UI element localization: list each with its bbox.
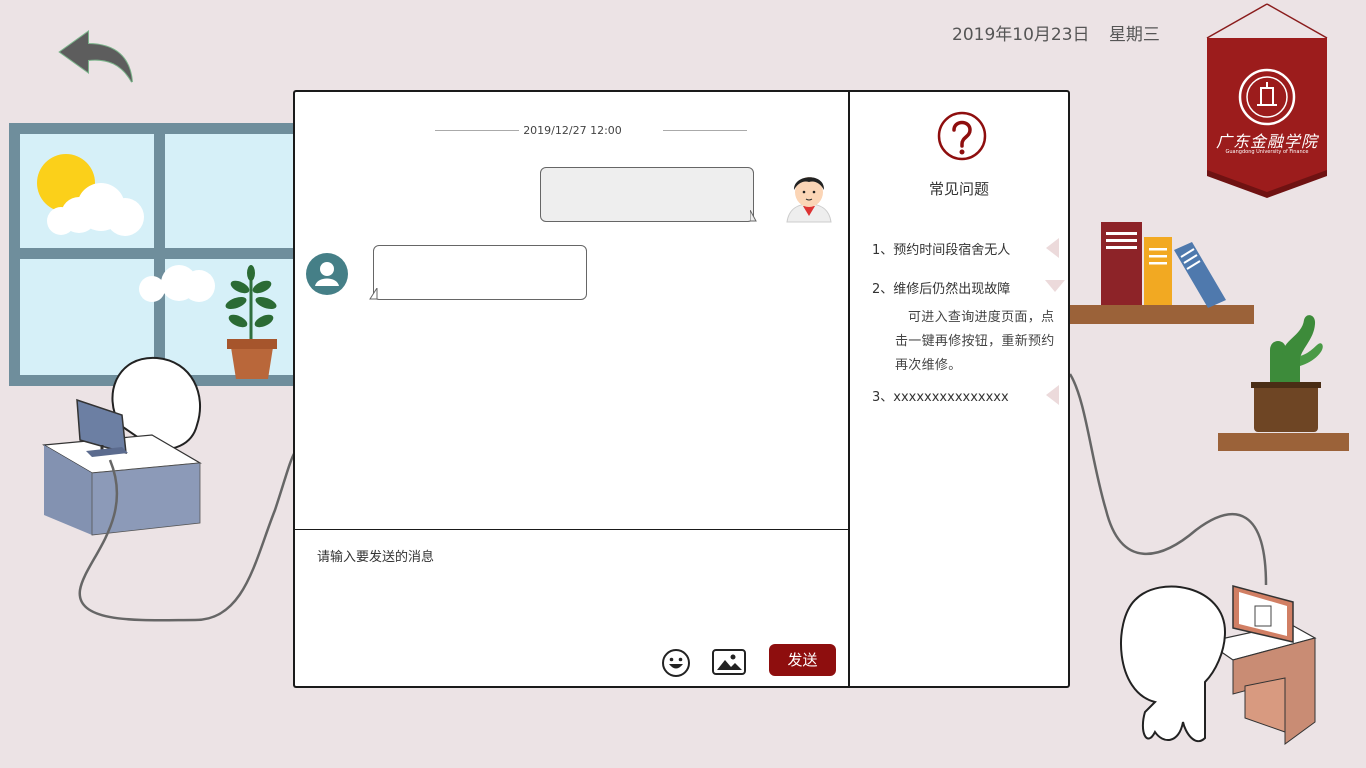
user-avatar-icon[interactable]: [785, 168, 833, 224]
chat-panel: 2019/12/27 12:00 发送: [293, 90, 850, 688]
expand-arrow-icon[interactable]: [1045, 280, 1067, 294]
agent-avatar-icon[interactable]: [305, 252, 349, 296]
person-at-computer-illustration: [1120, 585, 1317, 745]
faq-panel: 常见问题 1、预约时间段宿舍无人 2、维修后仍然出现故障 可进入查询进度页面，点…: [848, 90, 1070, 688]
school-banner: [1206, 3, 1328, 198]
date-label: 2019年10月23日: [952, 25, 1090, 45]
faq-item-1[interactable]: 1、预约时间段宿舍无人: [872, 239, 1010, 258]
faq-title: 常见问题: [928, 180, 989, 198]
send-button[interactable]: 发送: [769, 644, 836, 676]
faq-answer-2: 可进入查询进度页面，点击一键再修按钮，重新预约再次维修。: [895, 310, 1055, 373]
message-timestamp: 2019/12/27 12:00: [523, 124, 622, 137]
emoji-icon[interactable]: [661, 648, 691, 678]
bubble-tail: [369, 288, 378, 300]
faq-item-2[interactable]: 2、维修后仍然出现故障: [872, 278, 1010, 297]
image-icon[interactable]: [711, 647, 747, 677]
question-mark-icon: [937, 111, 987, 161]
bubble-tail: [750, 210, 757, 222]
cactus-illustration: [1218, 315, 1349, 451]
faq-item-3[interactable]: 3、xxxxxxxxxxxxxxx: [872, 386, 1009, 405]
message-input[interactable]: [317, 546, 817, 636]
plant-icon: [225, 265, 277, 379]
collapse-arrow-icon[interactable]: [1046, 238, 1060, 260]
weekday-label: 星期三: [1108, 25, 1160, 45]
cable-line: [78, 451, 297, 622]
message-bubble-user: [540, 167, 754, 222]
message-input-area: 发送: [295, 529, 850, 688]
back-arrow-icon[interactable]: [58, 28, 134, 86]
collapse-arrow-icon[interactable]: [1046, 385, 1060, 407]
time-divider-line: [663, 130, 747, 131]
date-display: 2019年10月23日 星期三: [952, 20, 1174, 45]
school-name-en-logo: Guangdong University of Finance: [1225, 149, 1309, 155]
message-bubble-agent: [373, 245, 587, 300]
